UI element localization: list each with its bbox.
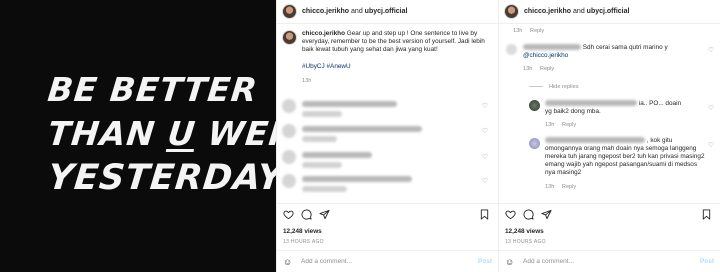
heart-icon[interactable] [283,209,294,220]
action-bar [499,203,720,225]
header-joiner: and [573,8,585,15]
post-panel-caption: chicco.jerikho and ubycj.official chicco… [276,0,498,272]
comment-time: 13h [545,184,555,190]
author-link[interactable]: chicco.jerikho [524,8,571,15]
poster-line-2-b: were [206,114,276,153]
action-bar [277,203,498,225]
comment-text: Sdh cerai sama qutri marino y [582,44,668,51]
poster-line-1: Be Better [45,70,260,109]
add-comment-input[interactable]: Add a comment... [523,258,574,265]
caption-username[interactable]: chicco.jerikho [302,30,345,37]
comment-body: Sdh cerai sama qutri marino y @chicco.je… [523,44,703,60]
reply-button[interactable]: Reply [562,122,576,128]
reply-text-a: ia.. PO... doain [638,100,682,107]
caption-age: 13h [302,77,312,84]
emoji-icon[interactable]: ☺ [505,257,517,267]
add-comment-input[interactable]: Add a comment... [301,258,352,265]
blurred-username [545,137,645,144]
blurred-username [523,44,581,51]
post-panel-thread: chicco.jerikho and ubycj.official 13h Re… [498,0,720,272]
post-header: chicco.jerikho and ubycj.official [277,0,498,24]
caption-hashtags[interactable]: #UbyCJ #AnewU [302,63,492,71]
comment-icon[interactable] [301,209,312,220]
reply-text-a: , kok gitu [646,137,673,144]
comment-icon[interactable] [523,209,534,220]
view-count[interactable]: 12,248 views [283,228,322,235]
avatar[interactable] [282,4,297,19]
avatar [282,174,296,188]
avatar[interactable] [504,4,519,19]
blurred-comment: ♡ [282,150,494,168]
share-icon[interactable] [319,209,330,220]
comment-meta: 13h Reply [545,122,582,128]
reply-button[interactable]: Reply [562,184,576,190]
avatar [282,124,296,138]
heart-icon[interactable]: ♡ [708,104,714,112]
avatar[interactable] [282,30,297,45]
post-timestamp: 13 HOURS AGO [505,239,546,245]
blurred-comment: ♡ [282,174,494,192]
reply-button[interactable]: Reply [530,28,544,34]
heart-icon[interactable]: ♡ [482,177,488,185]
post-button[interactable]: Post [700,258,714,265]
comment-time: 13h [513,28,523,34]
heart-icon[interactable] [505,209,516,220]
avatar[interactable] [506,44,517,55]
reply-button[interactable]: Reply [540,66,554,72]
post-header: chicco.jerikho and ubycj.official [499,0,720,24]
heart-icon[interactable]: ♡ [482,153,488,161]
avatar[interactable] [529,138,540,149]
heart-icon[interactable]: ♡ [482,102,488,110]
post-button[interactable]: Post [478,258,492,265]
blurred-comment: ♡ [282,99,494,117]
poster-line-2-a: than [45,114,170,153]
bookmark-icon[interactable] [479,209,490,220]
blurred-comment: ♡ [282,124,494,142]
reply-body: , kok gitu omongannya orang mah doain ny… [545,137,707,177]
heart-icon[interactable]: ♡ [708,141,714,149]
blurred-username [545,100,637,107]
emoji-icon[interactable]: ☺ [283,257,295,267]
heart-icon[interactable]: ♡ [708,46,714,54]
hide-replies-button[interactable]: Hide replies [529,84,579,90]
comment-time: 13h [545,122,555,128]
reply-text-b: yg baik2 dong mba. [545,108,601,115]
caption-block: chicco.jerikho Gear up and step up ! One… [282,30,492,85]
avatar[interactable] [529,100,540,111]
author-link[interactable]: chicco.jerikho [302,8,349,15]
comment-meta: 13h Reply [545,184,582,190]
avatar [282,99,296,113]
post-timestamp: 13 HOURS AGO [283,239,324,245]
comment-time: 13h [523,66,533,72]
comment-mention[interactable]: @chicco.jerikho [523,52,568,59]
share-icon[interactable] [541,209,552,220]
post-header-names: chicco.jerikho and ubycj.official [302,8,407,15]
view-count[interactable]: 12,248 views [505,228,544,235]
reply-body: ia.. PO... doain yg baik2 dong mba. [545,100,705,116]
header-joiner: and [351,8,363,15]
poster-line-3: Yesterday [45,158,276,198]
poster-line-2: than u were [46,114,276,153]
add-comment-bar: ☺ Add a comment... Post [277,250,498,272]
poster-line-2-mark: u [165,114,198,153]
add-comment-bar: ☺ Add a comment... Post [499,250,720,272]
bookmark-icon[interactable] [701,209,712,220]
reply-text-b: omongannya orang mah doain nya semoga la… [545,145,705,176]
collaborator-link[interactable]: ubycj.official [587,8,630,15]
post-image: Be Better than u were Yesterday [0,0,276,272]
avatar [282,150,296,164]
comment-meta: 13h Reply [523,66,560,72]
comment-meta: 13h Reply [513,28,550,34]
post-header-names: chicco.jerikho and ubycj.official [524,8,629,15]
heart-icon[interactable]: ♡ [482,127,488,135]
collaborator-link[interactable]: ubycj.official [365,8,408,15]
